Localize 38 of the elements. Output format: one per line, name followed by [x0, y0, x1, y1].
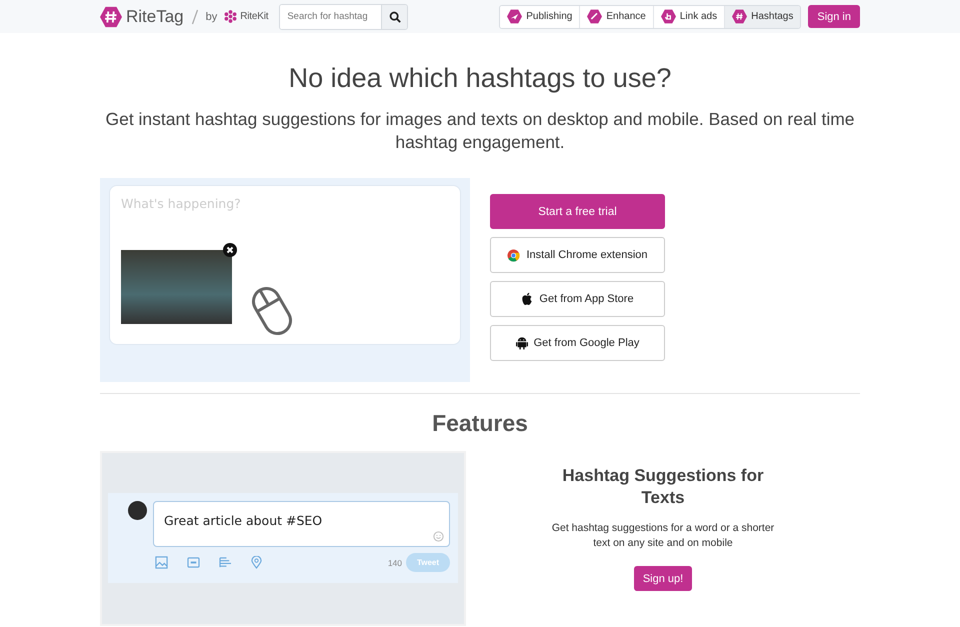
nav-tab[interactable]: Enhance — [579, 6, 653, 28]
feature-description: Get hashtag suggestions for a word or a shorter text on any site and on mobile — [550, 521, 776, 551]
hashtag-logo-icon — [100, 6, 122, 28]
gif-icon — [187, 557, 200, 568]
brand-text[interactable]: RiteKit — [240, 11, 268, 22]
feature-title: Hashtag Suggestions for Texts — [561, 465, 765, 509]
android-icon — [516, 336, 528, 350]
location-pin-icon — [251, 556, 262, 569]
sign-in-button[interactable]: Sign in — [808, 5, 860, 28]
mouse-icon — [250, 284, 294, 338]
pencil-icon — [587, 9, 602, 24]
slash-separator-icon — [190, 8, 199, 24]
smiley-icon — [433, 531, 444, 542]
features-heading: Features — [431, 409, 529, 438]
image-icon — [155, 556, 168, 569]
install-extension-button[interactable]: Install Chrome extension — [490, 237, 665, 273]
paper-plane-icon — [507, 9, 522, 24]
store-button[interactable]: Get from Google Play — [490, 325, 665, 361]
sign-up-button[interactable]: Sign up! — [634, 566, 692, 591]
chrome-icon — [507, 248, 520, 262]
hero-title: No idea which hashtags to use? — [288, 62, 672, 94]
nav-tab[interactable]: Link ads — [652, 6, 724, 28]
store-button[interactable]: Get from App Store — [490, 281, 665, 317]
avatar — [128, 501, 147, 520]
nav-tab[interactable]: Hashtags — [724, 6, 800, 28]
close-icon[interactable] — [223, 243, 237, 257]
tweet-text: Great article about #SEO — [164, 513, 322, 528]
hero-subtitle: Get instant hashtag suggestions for images and texts on desktop and mobile. Based on real time hashtag engagement. — [104, 108, 856, 154]
free-trial-button[interactable]: Start a free trial — [490, 194, 665, 229]
flower-logo-icon — [224, 10, 238, 23]
character-count: 140 — [388, 558, 402, 568]
nav-tab[interactable]: Publishing — [500, 6, 580, 28]
pointer-hand-icon — [660, 9, 676, 24]
by-text: by — [206, 10, 218, 22]
logo-text[interactable]: RiteTag — [126, 6, 184, 26]
hashtag-icon — [732, 9, 748, 24]
poll-icon — [219, 557, 232, 568]
apple-icon — [521, 292, 534, 306]
